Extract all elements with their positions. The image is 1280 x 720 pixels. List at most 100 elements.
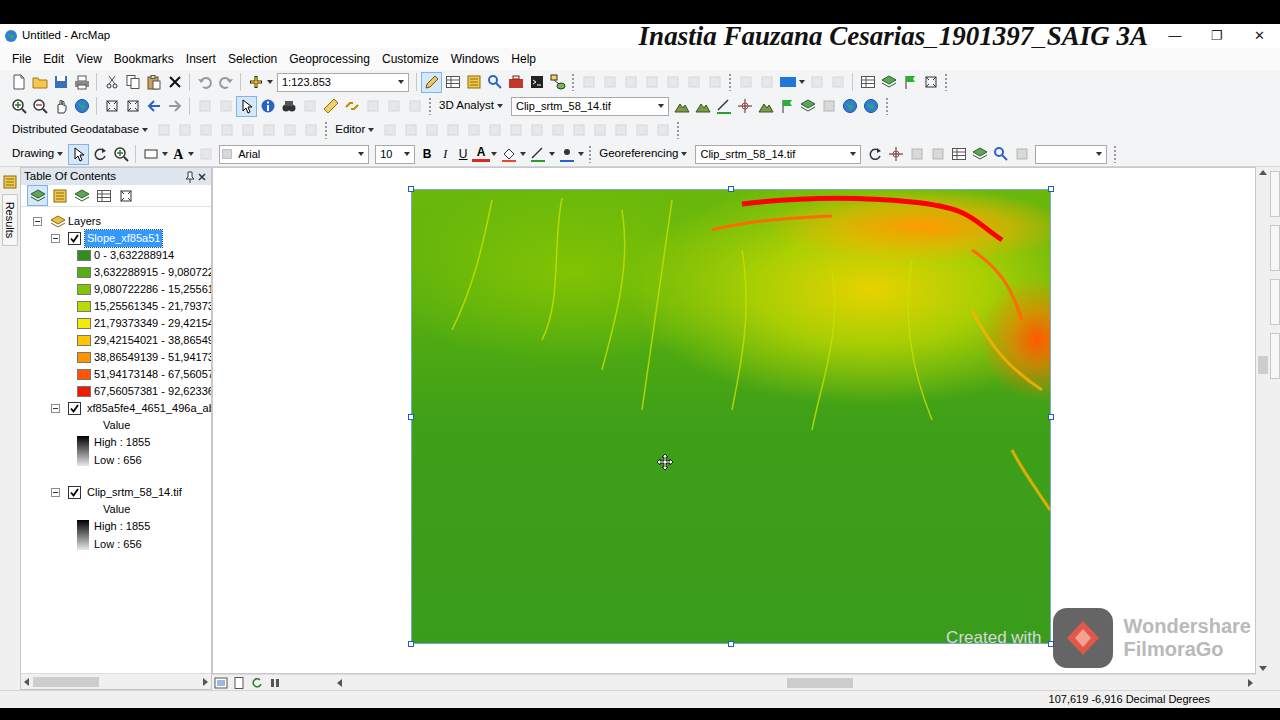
dropdown-arrow-icon[interactable] <box>161 146 169 162</box>
new-document-icon[interactable] <box>11 74 27 90</box>
fit-to-display-icon[interactable] <box>972 146 988 162</box>
link-table-icon[interactable] <box>951 146 967 162</box>
font-name-value[interactable]: Arial <box>234 146 354 163</box>
zoom-out-icon[interactable] <box>32 98 48 114</box>
paste-button[interactable] <box>143 72 164 93</box>
selection-handle[interactable] <box>728 641 734 647</box>
expand-toggle[interactable] <box>51 234 60 243</box>
editor-toolbar-button[interactable] <box>421 72 442 93</box>
add-control-points-icon[interactable] <box>888 146 904 162</box>
selection-handle[interactable] <box>1048 186 1054 192</box>
catalog-icon[interactable] <box>466 74 482 90</box>
select-elements-button[interactable] <box>236 96 257 117</box>
list-by-source-icon[interactable] <box>52 188 68 204</box>
delete-button[interactable] <box>164 72 185 93</box>
selection-handle[interactable] <box>1048 414 1054 420</box>
fit-to-display-button[interactable] <box>969 144 990 165</box>
profile-button[interactable] <box>735 96 756 117</box>
font-name[interactable]: Arial <box>219 145 369 164</box>
rectangle-icon[interactable] <box>143 146 159 162</box>
minimize-button[interactable]: — <box>1154 26 1196 46</box>
print-icon[interactable] <box>74 74 90 90</box>
arcscene-button[interactable] <box>840 96 861 117</box>
copy-button[interactable] <box>122 72 143 93</box>
redo-icon[interactable] <box>218 74 234 90</box>
list-by-visibility-button[interactable] <box>71 185 92 206</box>
dropdown-arrow-icon[interactable] <box>141 122 149 138</box>
dropdown-arrow-icon[interactable] <box>367 122 375 138</box>
contour-button[interactable] <box>672 96 693 117</box>
open-icon[interactable] <box>32 74 48 90</box>
georeferencing-field[interactable] <box>1035 145 1107 164</box>
layer-name[interactable]: Slope_xf85a51 <box>85 230 162 247</box>
auto-registration-button[interactable] <box>1011 144 1032 165</box>
bold-button[interactable]: B <box>418 145 436 163</box>
dropdown-arrow-icon[interactable] <box>266 74 274 90</box>
save-button[interactable] <box>50 72 71 93</box>
distributed-geodatabase-menu-label[interactable]: Distributed Geodatabase <box>12 121 139 138</box>
editor-menu-label[interactable]: Editor <box>335 121 365 138</box>
layer-row[interactable]: xf85a5fe4_4651_496a_ab0 <box>21 400 211 417</box>
full-extent-icon[interactable] <box>74 98 90 114</box>
dropdown-arrow-icon[interactable] <box>680 146 688 162</box>
line-color-button[interactable] <box>527 144 548 165</box>
menu-item[interactable]: Customize <box>376 50 445 68</box>
scroll-track[interactable] <box>346 677 1244 689</box>
copy-icon[interactable] <box>125 74 141 90</box>
selection-handle[interactable] <box>408 641 414 647</box>
extent-icon[interactable] <box>923 74 939 90</box>
georeferencing-layer-value[interactable]: Clip_srtm_58_14.tif <box>696 146 846 163</box>
cut-icon[interactable] <box>104 74 120 90</box>
expand-toggle[interactable] <box>51 404 60 413</box>
close-icon[interactable] <box>196 171 208 183</box>
identify-icon[interactable] <box>260 98 276 114</box>
menu-item[interactable]: Help <box>505 50 542 68</box>
expand-toggle[interactable] <box>33 217 42 226</box>
dropdown-arrow-icon[interactable] <box>490 146 498 162</box>
hyperlink-icon[interactable] <box>344 98 360 114</box>
rotate-layer-icon[interactable] <box>867 146 883 162</box>
dropdown-arrow-icon[interactable] <box>56 146 64 162</box>
toolbar-grip[interactable] <box>428 97 432 115</box>
restore-button[interactable]: ❐ <box>1196 26 1238 46</box>
open-button[interactable] <box>29 72 50 93</box>
map-scale[interactable]: 1:123.853 <box>277 73 409 92</box>
viewer-icon[interactable] <box>993 146 1009 162</box>
toolbar-grip[interactable] <box>1113 145 1117 163</box>
dropdown-arrow-icon[interactable] <box>357 146 365 162</box>
python-icon[interactable] <box>529 74 545 90</box>
menu-item[interactable]: Edit <box>37 50 70 68</box>
scroll-right-icon[interactable] <box>1244 677 1256 689</box>
shift-icon[interactable] <box>909 146 925 162</box>
dropdown-arrow-icon[interactable] <box>519 146 527 162</box>
pin-icon[interactable] <box>184 171 196 183</box>
refresh-icon[interactable] <box>250 677 264 689</box>
dropdown-arrow-icon[interactable] <box>849 146 857 162</box>
results-window-button[interactable] <box>0 171 21 192</box>
font-size[interactable]: 10 <box>375 145 415 164</box>
combo-dropdown[interactable] <box>354 146 368 163</box>
dropdown-arrow-icon[interactable] <box>403 146 411 162</box>
scroll-up-icon[interactable] <box>1257 167 1269 179</box>
results-tab[interactable]: Results <box>2 194 18 246</box>
3d-analyst-menu-label[interactable]: 3D Analyst <box>439 97 494 114</box>
measure-button[interactable] <box>320 96 341 117</box>
3d-analyst-layer[interactable]: Clip_srtm_58_14.tif <box>511 97 669 116</box>
contour-icon[interactable] <box>674 98 690 114</box>
font-size-value[interactable]: 10 <box>376 146 400 163</box>
combo-dropdown[interactable] <box>654 98 668 115</box>
layer-name[interactable]: Clip_srtm_58_14.tif <box>85 484 184 501</box>
arcglobe-icon[interactable] <box>863 98 879 114</box>
toolbar-grip[interactable] <box>588 145 592 163</box>
undo-button[interactable] <box>194 72 215 93</box>
pan-button[interactable] <box>50 96 71 117</box>
scroll-right-icon[interactable] <box>199 676 211 688</box>
font-color-button[interactable]: A <box>472 146 490 162</box>
drawing-menu-label[interactable]: Drawing <box>12 145 54 162</box>
3d-tool-button[interactable] <box>819 96 840 117</box>
interpolate-button[interactable] <box>798 96 819 117</box>
arcscene-icon[interactable] <box>842 98 858 114</box>
color-icon[interactable] <box>780 74 796 90</box>
add-data-button[interactable] <box>245 72 266 93</box>
go-back-button[interactable] <box>143 96 164 117</box>
